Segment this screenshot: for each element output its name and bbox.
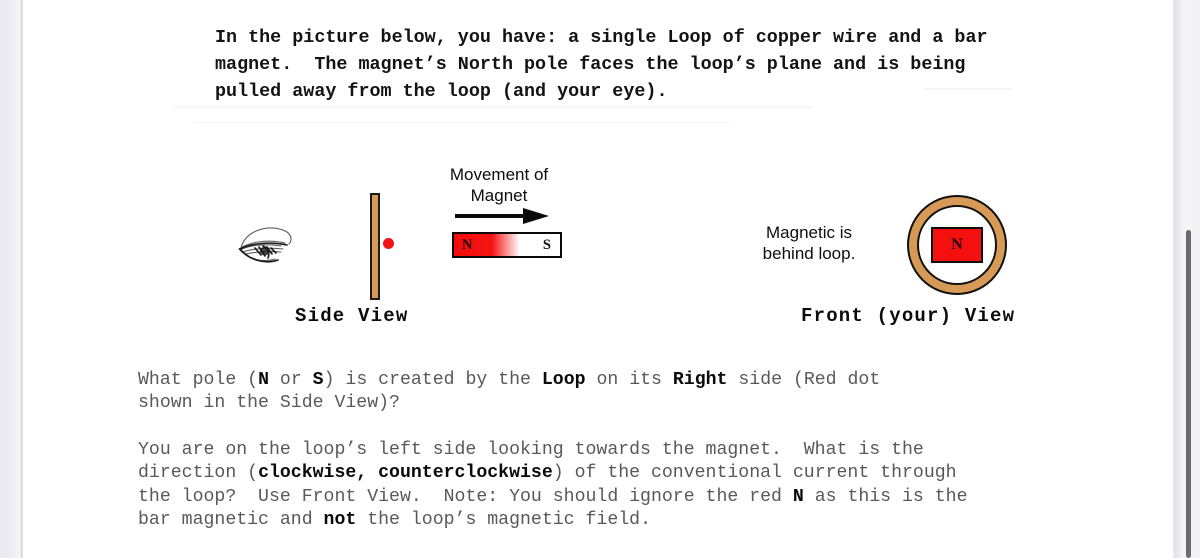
question-current-direction-segment-3: N — [792, 486, 804, 507]
question-pole-segment-7: Right — [672, 370, 728, 390]
question-pole-segment-3: S — [312, 370, 324, 390]
question-current-direction-segment-5: not — [323, 510, 357, 531]
eye-sketch-icon — [235, 222, 297, 268]
vertical-scrollbar[interactable] — [1185, 0, 1196, 558]
question-current-direction-segment-1: clockwise, counterclockwise — [258, 463, 553, 484]
question-pole-segment-5: Loop — [541, 370, 586, 390]
question-pole-segment-4: ) is created by the — [323, 370, 542, 390]
bar-magnet: N S — [452, 232, 562, 258]
copper-loop-edge — [370, 193, 380, 300]
document-viewport: In the picture below, you have: a single… — [0, 0, 1200, 558]
magnet-north-label: N — [462, 236, 473, 253]
arrow-right-icon — [453, 206, 549, 226]
scrollbar-thumb[interactable] — [1186, 230, 1191, 558]
question-pole-segment-2: or — [268, 370, 313, 390]
magnet-behind-loop-note: Magnetic is behind loop. — [762, 223, 856, 263]
front-view-caption: Front (your) View — [801, 305, 1016, 327]
question-current-direction-segment-6: the loop’s magnetic field. — [356, 510, 651, 531]
scan-noise — [173, 106, 813, 108]
physics-diagram: Movement of Magnet N S Side View Magneti… — [23, 150, 1172, 345]
page-left-gutter — [0, 0, 23, 558]
front-view-magnet-north: N — [931, 227, 983, 263]
question-pole-segment-6: on its — [585, 370, 673, 390]
copper-loop-ring: N — [907, 195, 1007, 295]
question-pole-segment-1: N — [258, 370, 269, 390]
red-dot-right-side — [383, 238, 394, 249]
question-pole-segment-0: What pole ( — [138, 370, 259, 390]
intro-paragraph: In the picture below, you have: a single… — [215, 27, 988, 102]
side-view-caption: Side View — [295, 305, 409, 327]
scan-noise — [193, 122, 733, 123]
question-current-direction: You are on the loop’s left side looking … — [138, 439, 1123, 533]
question-pole: What pole (N or S) is created by the Loo… — [138, 369, 1123, 416]
magnet-south-label: S — [542, 236, 551, 253]
movement-of-magnet-label: Movement of Magnet — [449, 165, 549, 205]
document-page: In the picture below, you have: a single… — [23, 0, 1172, 558]
